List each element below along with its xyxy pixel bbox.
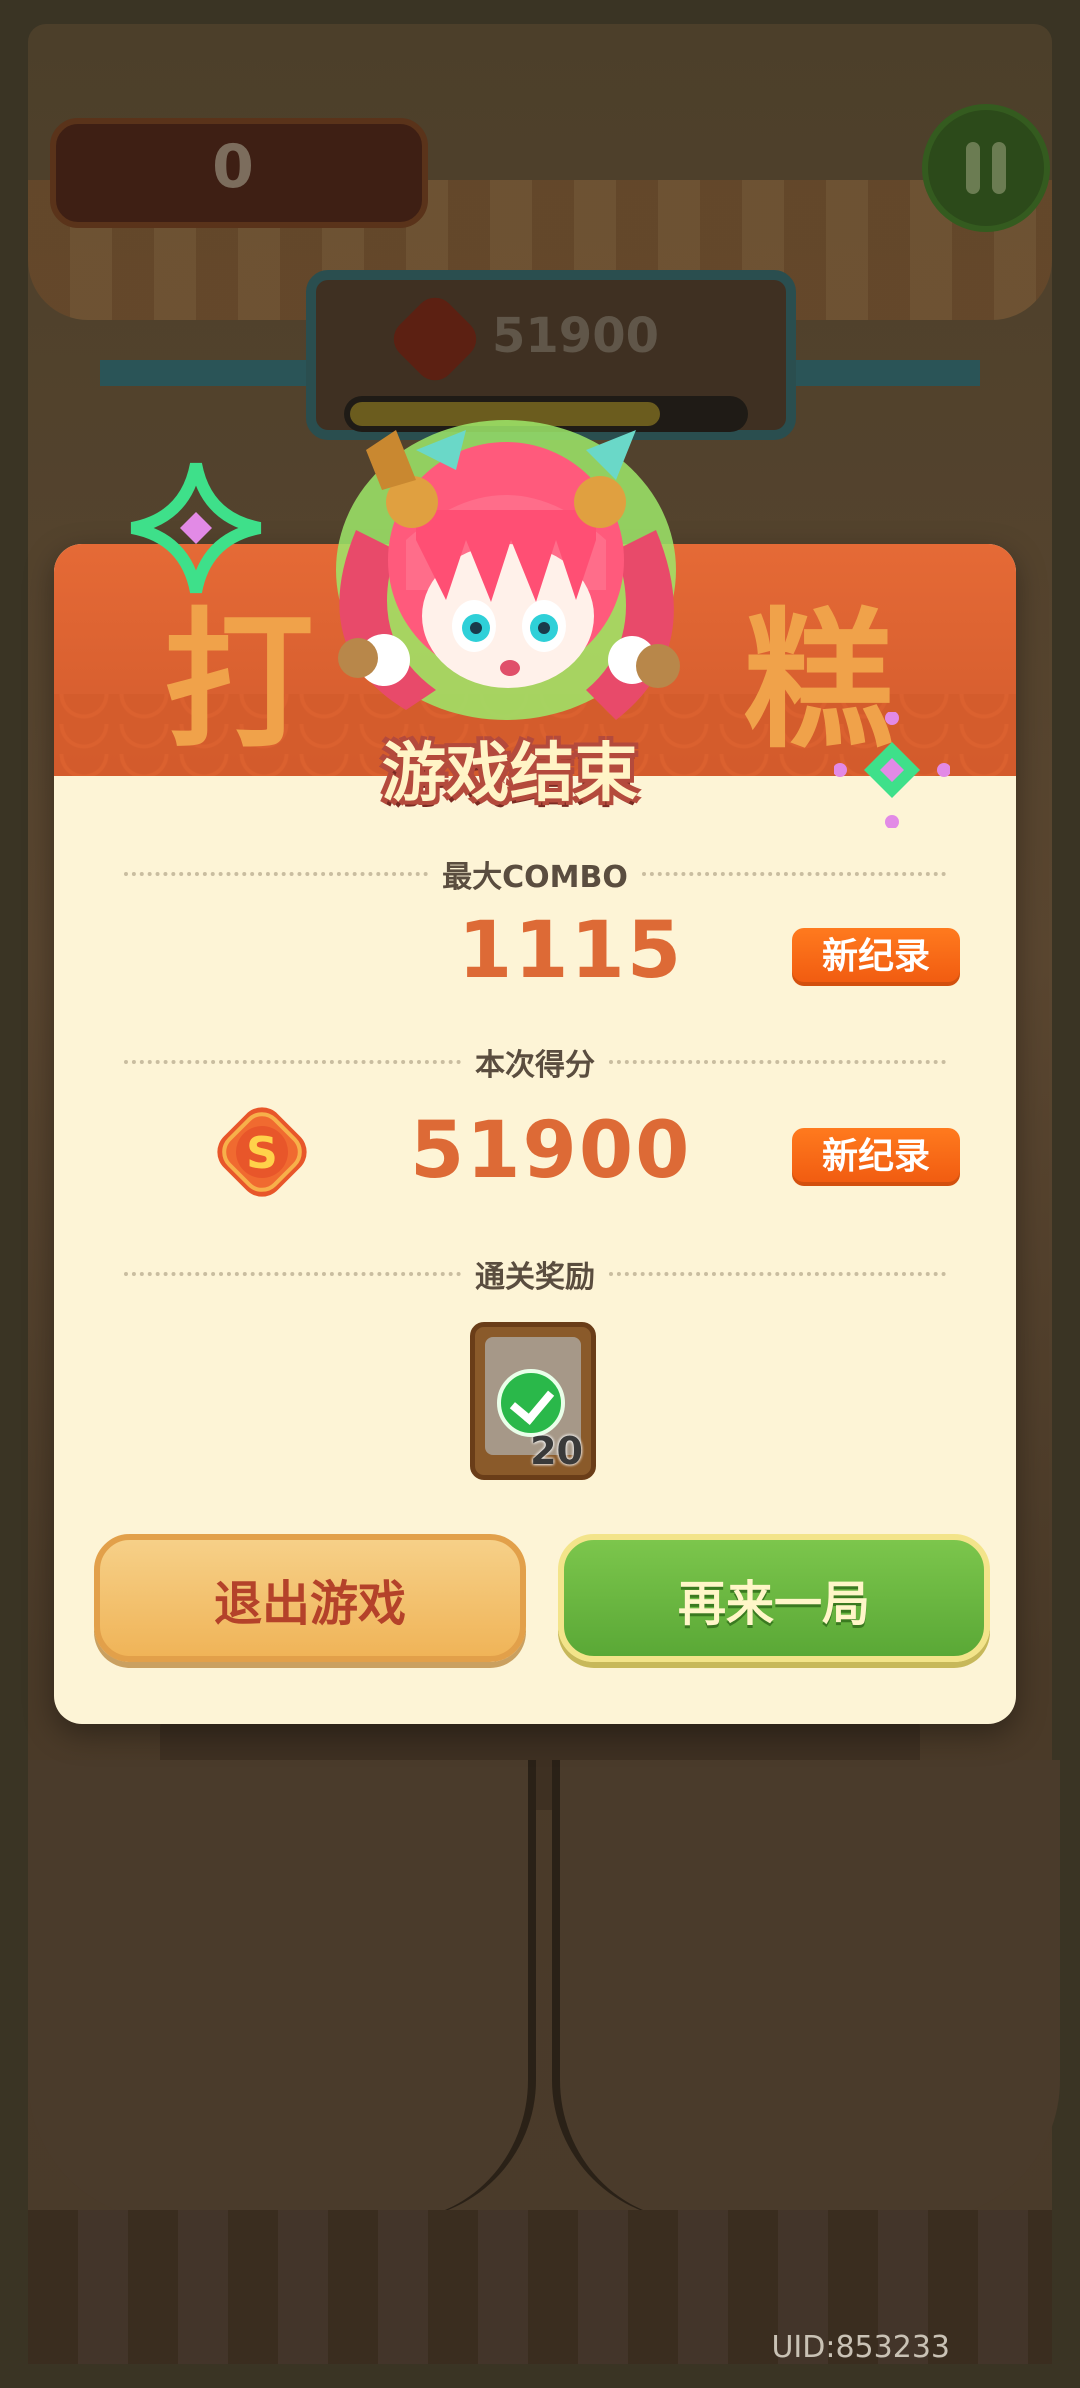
divider-dots [609,1060,946,1064]
score-value: 0 [212,132,254,202]
check-icon [497,1369,565,1437]
reward-count: 20 [530,1429,583,1473]
divider-dots [124,1060,461,1064]
coin-s-icon: S [217,1107,307,1197]
sparkle-icon [130,462,262,594]
reward-label: 通关奖励 [475,1260,595,1295]
max-combo-label: 最大COMBO [442,860,628,895]
score-value: 51900 [410,1106,692,1196]
reward-item[interactable]: 20 [470,1322,596,1480]
score-label-row: 本次得分 [124,1042,946,1083]
new-record-badge-score: 新纪录 [792,1128,960,1186]
coin-total: 51900 [492,308,659,364]
divider-dots [609,1272,946,1276]
drum-left [28,1760,536,2220]
mascot-character [336,420,680,720]
drum-right [552,1760,1060,2220]
play-again-button[interactable]: 再来一局 [558,1534,990,1662]
reward-label-row: 通关奖励 [124,1254,946,1295]
divider-dots [124,872,429,876]
max-combo-value: 1115 [458,906,684,996]
score-label: 本次得分 [475,1048,595,1083]
divider-dots [124,1272,461,1276]
pause-icon[interactable] [922,104,1050,232]
user-id: UID:853233 [771,2330,950,2365]
max-combo-label-row: 最大COMBO [124,854,946,895]
exit-game-button[interactable]: 退出游戏 [94,1534,526,1662]
svg-text:S: S [246,1128,278,1179]
divider-dots [641,872,946,876]
sparkle-icon [834,712,950,828]
new-record-badge-combo: 新纪录 [792,928,960,986]
